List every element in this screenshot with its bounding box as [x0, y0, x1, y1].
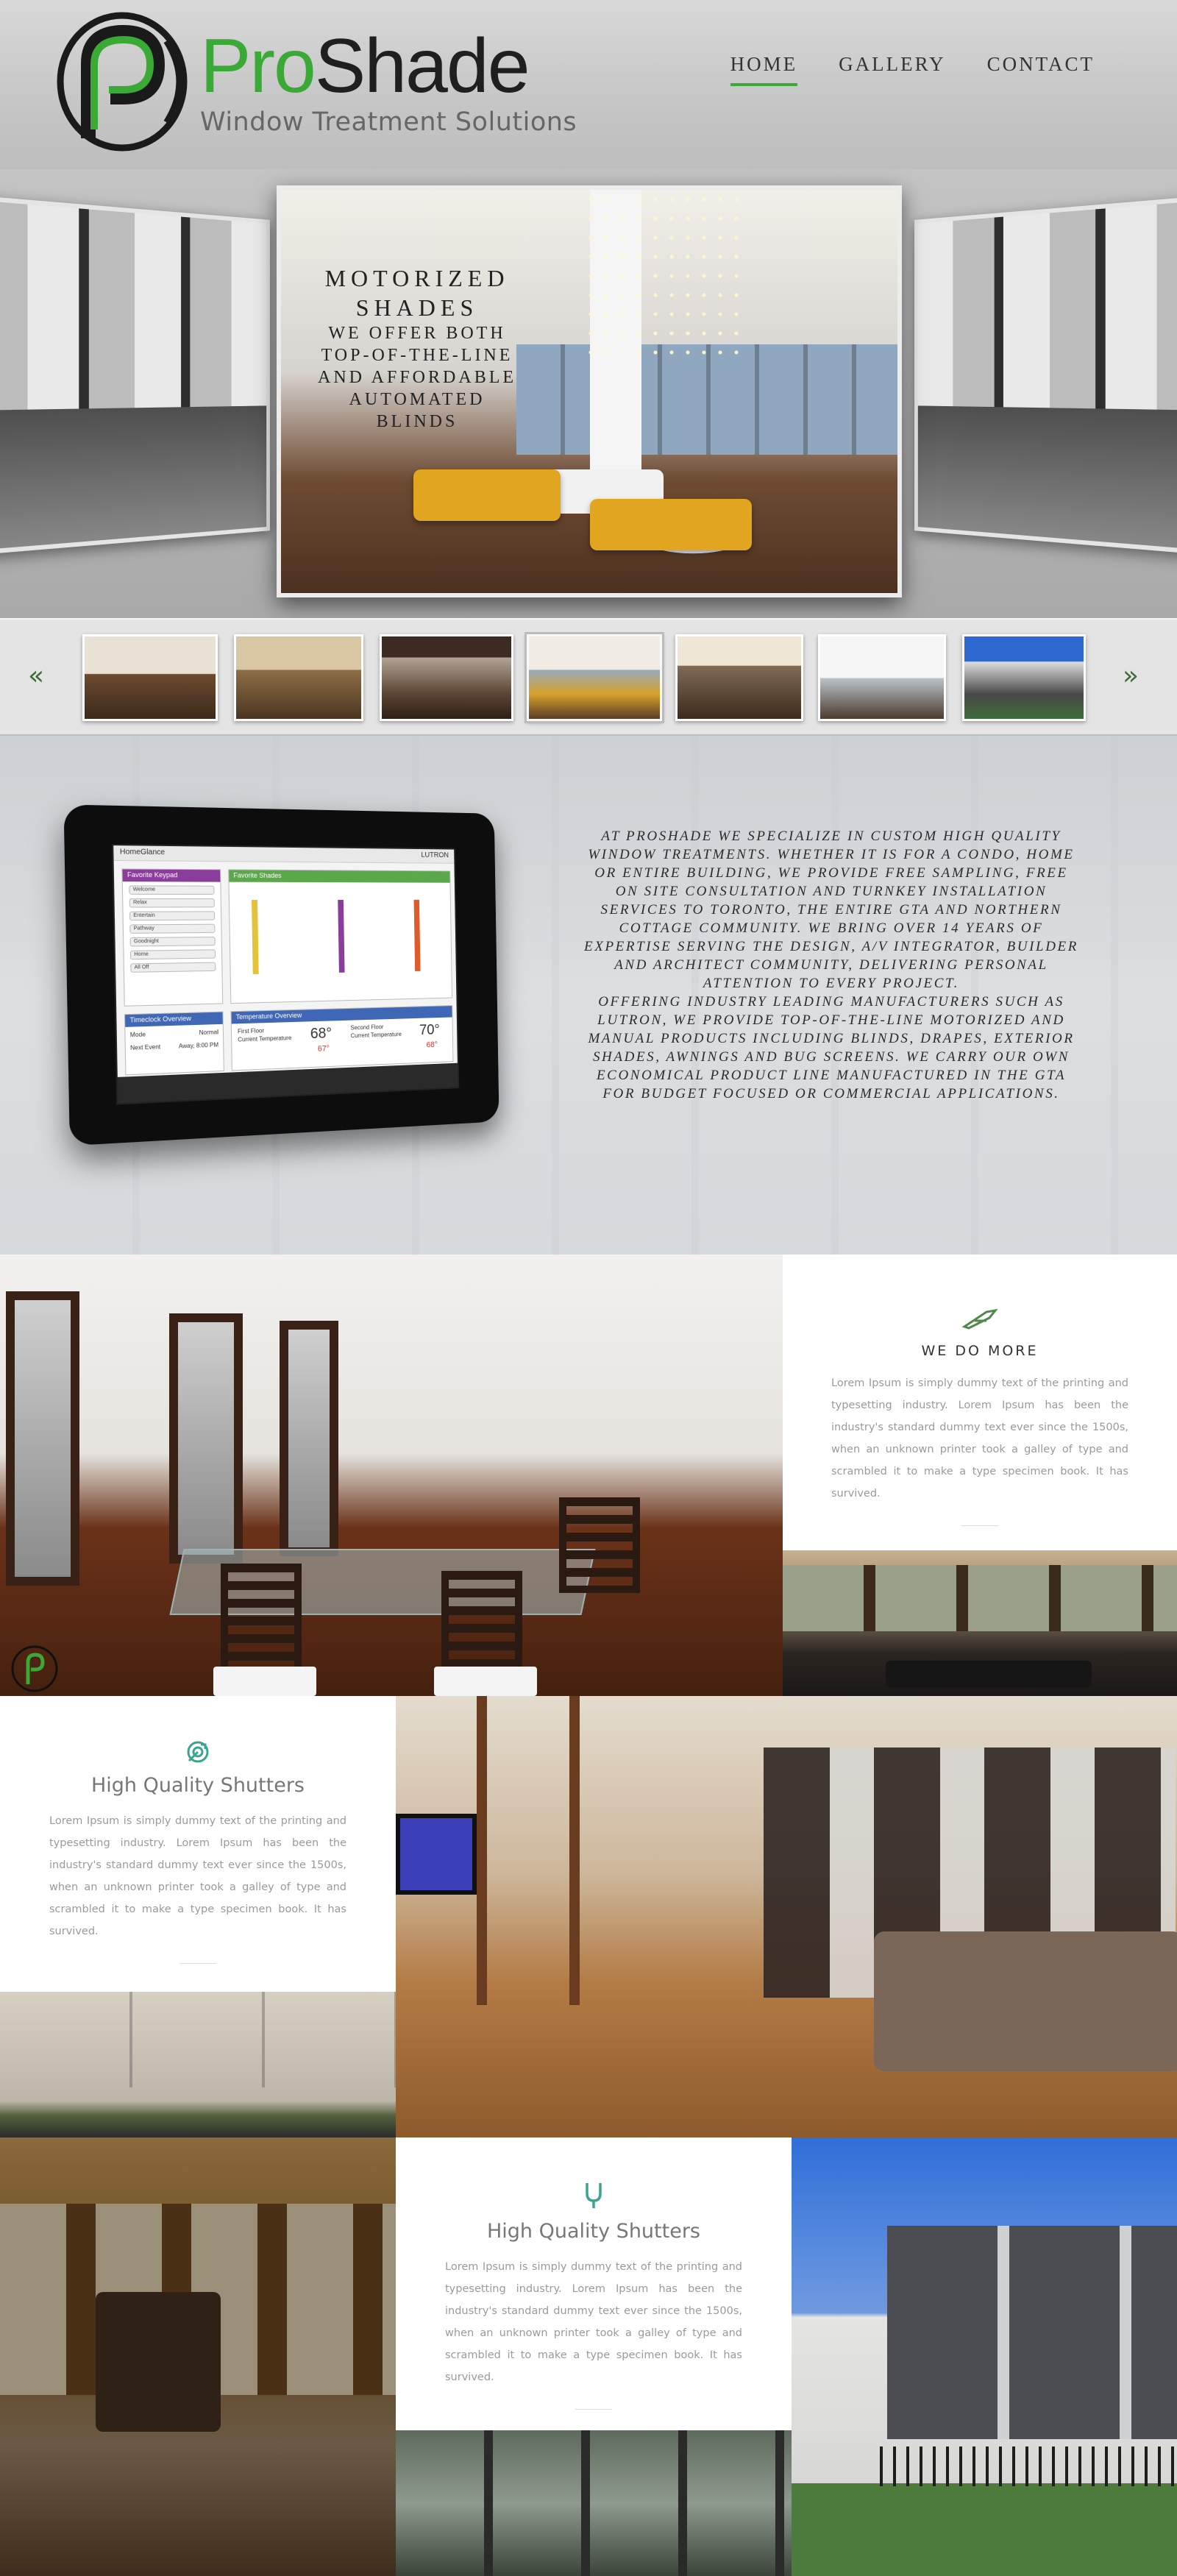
- brand-name-pro: Pro: [200, 24, 316, 109]
- site-header: ProShade Window Treatment Solutions HOME…: [0, 0, 1177, 169]
- card-heading: WE DO MORE: [921, 1343, 1039, 1359]
- card-heading: High Quality Shutters: [90, 1774, 305, 1797]
- nav-gallery[interactable]: GALLERY: [839, 53, 946, 86]
- brand-wordmark[interactable]: ProShade Window Treatment Solutions: [200, 28, 577, 137]
- thumbnail-5[interactable]: [675, 634, 803, 721]
- proshade-p-logo-icon[interactable]: [56, 12, 188, 152]
- brand-name: ProShade: [200, 28, 577, 104]
- tablet-panel-keypad: Favorite Keypad: [122, 869, 221, 882]
- card-heading: High Quality Shutters: [486, 2220, 700, 2243]
- hero-subtitle-line4: AUTOMATED: [349, 390, 486, 409]
- thumbnail-3[interactable]: [380, 634, 513, 721]
- screened-patio-image: [396, 2430, 792, 2576]
- tablet-app-name: HomeGlance: [119, 848, 166, 857]
- about-paragraph-2: Offering industry leading manufacturers …: [588, 994, 1075, 1101]
- card-divider: [179, 1963, 216, 1964]
- card-body: Lorem Ipsum is simply dummy text of the …: [49, 1815, 346, 1937]
- proshade-watermark-icon: [11, 1645, 58, 1692]
- we-do-more-card: WE DO MORE Lorem Ipsum is simply dummy t…: [783, 1255, 1177, 1550]
- thumbnail-1[interactable]: [82, 634, 218, 721]
- thumbnail-strip: « »: [0, 618, 1177, 736]
- tablet-setpoint1: 67°: [317, 1044, 330, 1054]
- tablet-mode-label: Mode: [129, 1031, 146, 1039]
- classic-living-room-image: [0, 2137, 396, 2576]
- chandelier-image: [583, 190, 744, 359]
- tablet-current-temp-label-2: Current Temperature: [350, 1031, 402, 1040]
- drafting-compass-icon: [961, 1308, 998, 1330]
- target-icon: [187, 1741, 209, 1763]
- dining-room-image: [0, 1255, 783, 1696]
- tablet-button: All Off: [130, 962, 216, 973]
- tablet-temp1: 68°: [310, 1025, 333, 1043]
- homeglance-app-screenshot: HomeGlance LUTRON Favorite Keypad Welcome…: [112, 843, 460, 1105]
- brand-name-shade: Shade: [314, 24, 530, 109]
- tablet-button: Entertain: [129, 911, 216, 921]
- roller-shade-image: [0, 1992, 396, 2137]
- tablet-button: Goodnight: [129, 936, 216, 947]
- tablet-panel-temperature: Temperature Overview: [231, 1006, 452, 1024]
- nav-contact[interactable]: CONTACT: [987, 53, 1095, 86]
- main-nav: HOME GALLERY CONTACT: [730, 53, 1095, 86]
- tablet-next-event-value: Away, 8:00 PM: [178, 1041, 219, 1050]
- hero-caption: MOTORIZED SHADES WE OFFER BOTH TOP-OF-TH…: [310, 263, 524, 433]
- hero-subtitle-line5: BLINDS: [376, 412, 458, 431]
- hero-subtitle-line2: TOP-OF-THE-LINE: [321, 346, 513, 365]
- tablet-next-event-label: Next Event: [130, 1043, 161, 1051]
- card-divider: [961, 1525, 998, 1526]
- tablet-brand: LUTRON: [421, 851, 449, 859]
- hero-title-line1: MOTORIZED: [324, 265, 510, 291]
- brand-tagline: Window Treatment Solutions: [200, 107, 577, 137]
- thumbnail-2[interactable]: [234, 634, 363, 721]
- lounge-image: [783, 1550, 1177, 1696]
- tablet-mode-value: Normal: [199, 1029, 218, 1037]
- card-body: Lorem Ipsum is simply dummy text of the …: [831, 1377, 1128, 1500]
- tablet-current-temp-label: Current Temperature: [238, 1035, 292, 1043]
- tablet-button: Pathway: [129, 923, 216, 934]
- thumbnail-7[interactable]: [962, 634, 1086, 721]
- hero-slider: MOTORIZED SHADES WE OFFER BOTH TOP-OF-TH…: [0, 169, 1177, 618]
- thumbnail-4[interactable]: [527, 634, 662, 721]
- exterior-shades-image: [792, 2137, 1177, 2576]
- thumbnail-6[interactable]: [818, 634, 946, 721]
- nav-home[interactable]: HOME: [730, 53, 798, 86]
- tablet-button: Home: [129, 949, 216, 960]
- double-chevron-right-icon[interactable]: »: [1123, 661, 1139, 691]
- hero-prev-slide-image[interactable]: [0, 189, 271, 561]
- about-section: HomeGlance LUTRON Favorite Keypad Welcome…: [0, 736, 1177, 1255]
- about-text: At ProShade we specialize in custom high…: [581, 827, 1081, 1103]
- tablet-setpoint2: 68°: [426, 1040, 438, 1050]
- shutters-card-2: High Quality Shutters Lorem Ipsum is sim…: [396, 2137, 792, 2430]
- tablet-panel-shades: Favorite Shades: [229, 870, 450, 883]
- hero-subtitle-line1: WE OFFER BOTH: [328, 324, 506, 343]
- hero-title-line2: SHADES: [355, 294, 479, 321]
- tablet-first-floor: First Floor: [237, 1027, 265, 1035]
- shutters-card-1: High Quality Shutters Lorem Ipsum is sim…: [0, 1696, 396, 1992]
- double-chevron-left-icon[interactable]: «: [28, 661, 44, 691]
- hero-next-slide-image[interactable]: [914, 189, 1177, 561]
- living-room-image: [396, 1696, 1177, 2137]
- card-divider: [575, 2409, 612, 2410]
- tablet-image: HomeGlance LUTRON Favorite Keypad Welcome…: [63, 804, 499, 1146]
- tablet-temp2: 70°: [419, 1021, 440, 1038]
- hero-main-slide-image[interactable]: MOTORIZED SHADES WE OFFER BOTH TOP-OF-TH…: [277, 185, 902, 597]
- hero-subtitle-line3: AND AFFORDABLE: [317, 368, 517, 387]
- about-paragraph-1: At ProShade we specialize in custom high…: [584, 828, 1078, 991]
- tablet-button: Relax: [129, 898, 215, 908]
- tablet-second-floor: Second Floor: [350, 1023, 384, 1032]
- tablet-button: Welcome: [129, 885, 215, 895]
- card-body: Lorem Ipsum is simply dummy text of the …: [445, 2261, 742, 2383]
- tuning-fork-icon: [586, 2183, 602, 2208]
